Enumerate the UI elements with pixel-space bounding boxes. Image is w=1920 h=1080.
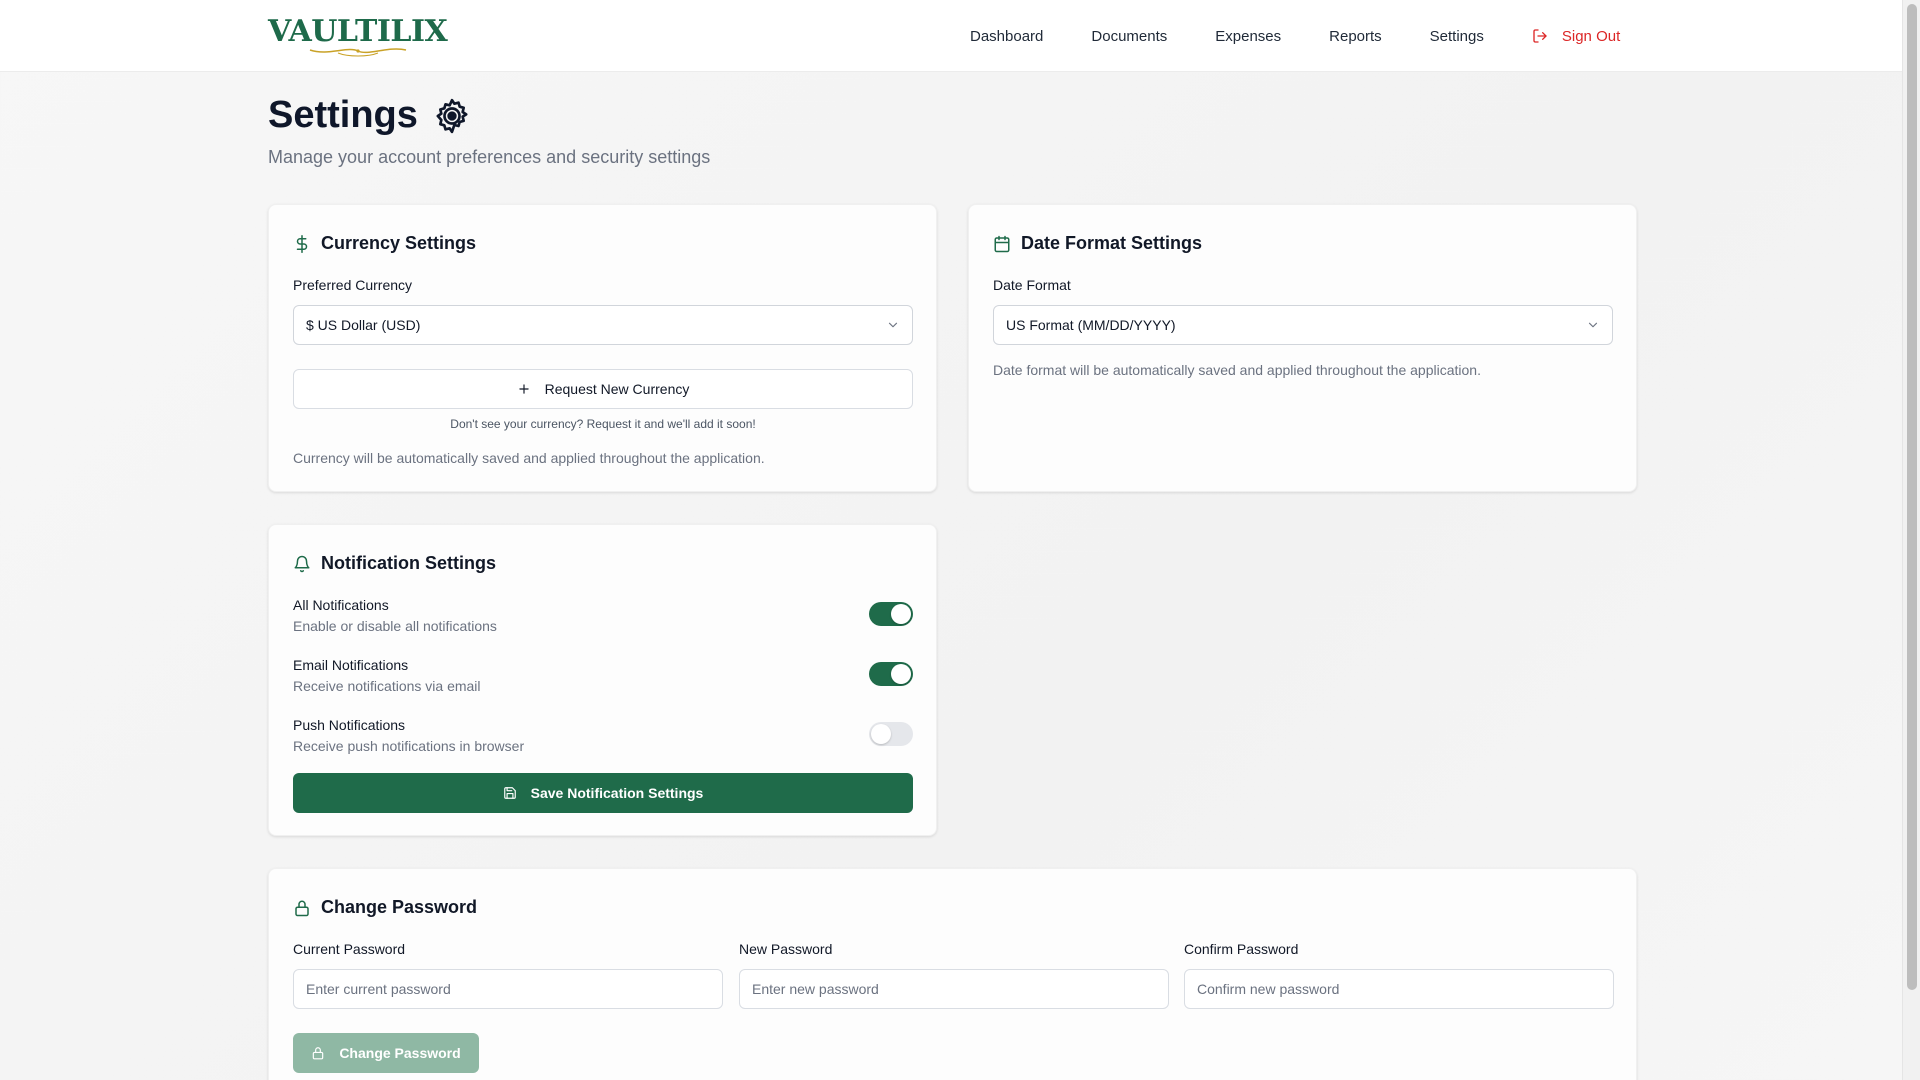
toggle-knob [891, 604, 911, 624]
email-notifications-desc: Receive notifications via email [293, 678, 481, 694]
nav-settings[interactable]: Settings [1430, 28, 1484, 45]
date-format-select[interactable]: US Format (MM/DD/YYYY) [993, 305, 1613, 345]
plus-icon [518, 384, 529, 394]
currency-settings-card: Currency Settings Preferred Currency $ U… [268, 204, 937, 492]
top-header: VAULTILIX Dashboard Documents Expenses R… [0, 0, 1902, 72]
lock-icon [313, 1047, 324, 1060]
all-notifications-desc: Enable or disable all notifications [293, 618, 497, 634]
request-new-currency-button[interactable]: Request New Currency [293, 369, 913, 409]
sign-out-label: Sign Out [1561, 27, 1621, 45]
notification-settings-card: Notification Settings All Notifications … [268, 524, 937, 836]
nav-dashboard[interactable]: Dashboard [970, 28, 1043, 45]
scrollbar[interactable] [1902, 0, 1920, 1080]
page-title: Settings [268, 94, 472, 137]
confirm-password-input[interactable] [1184, 969, 1614, 1009]
currency-request-hint: Don't see your currency? Request it and … [450, 417, 756, 431]
email-notifications-title: Email Notifications [293, 657, 409, 673]
vaultilix-logo[interactable]: VAULTILIX [268, 14, 448, 57]
change-password-card-title: Change Password [293, 897, 477, 918]
calendar-icon [994, 235, 1010, 252]
confirm-password-label: Confirm Password [1184, 941, 1299, 957]
push-notifications-desc: Receive push notifications in browser [293, 738, 525, 754]
currency-select-value: $ US Dollar (USD) [306, 317, 421, 333]
date-format-auto-save-note: Date format will be automatically saved … [993, 362, 1481, 378]
change-password-button[interactable]: Change Password [293, 1033, 479, 1073]
change-password-card: Change Password Current Password New Pas… [268, 868, 1637, 1080]
all-notifications-title: All Notifications [293, 597, 389, 613]
new-password-label: New Password [739, 941, 833, 957]
page-title-text: Settings [268, 94, 418, 136]
notification-card-title-text: Notification Settings [321, 553, 496, 573]
save-notification-settings-button[interactable]: Save Notification Settings [293, 773, 913, 813]
toggle-knob [891, 664, 911, 684]
request-currency-label: Request New Currency [544, 381, 690, 397]
sign-out-button[interactable]: Sign Out [1532, 28, 1620, 45]
current-password-input[interactable] [293, 969, 723, 1009]
date-format-card-title: Date Format Settings [993, 233, 1202, 254]
main-nav: Dashboard Documents Expenses Reports Set… [970, 0, 1620, 72]
notification-card-title: Notification Settings [293, 553, 496, 574]
page-subtitle: Manage your account preferences and secu… [268, 147, 711, 167]
bell-icon [294, 555, 310, 572]
all-notifications-toggle[interactable] [869, 602, 913, 626]
currency-select[interactable]: $ US Dollar (USD) [293, 305, 913, 345]
chevron-down-icon [1588, 322, 1598, 328]
scrollbar-thumb[interactable] [1907, 4, 1917, 990]
toggle-knob [871, 724, 891, 744]
date-format-settings-card: Date Format Settings Date Format US Form… [968, 204, 1637, 492]
sign-out-icon [1533, 29, 1547, 43]
new-password-input[interactable] [739, 969, 1169, 1009]
date-format-label: Date Format [993, 277, 1071, 293]
chevron-down-icon [888, 322, 898, 328]
save-icon [503, 787, 516, 799]
currency-card-title: Currency Settings [293, 233, 476, 254]
nav-expenses[interactable]: Expenses [1215, 28, 1281, 45]
currency-auto-save-note: Currency will be automatically saved and… [293, 450, 765, 466]
change-password-button-label: Change Password [339, 1045, 461, 1061]
push-notifications-toggle[interactable] [869, 722, 913, 746]
email-notifications-toggle[interactable] [869, 662, 913, 686]
nav-reports[interactable]: Reports [1329, 28, 1382, 45]
push-notifications-title: Push Notifications [293, 717, 406, 733]
change-password-card-title-text: Change Password [321, 897, 478, 917]
logo-swash-icon [309, 48, 407, 57]
current-password-label: Current Password [293, 941, 406, 957]
preferred-currency-label: Preferred Currency [293, 277, 413, 293]
dollar-icon [296, 234, 308, 253]
save-notification-label: Save Notification Settings [530, 785, 704, 801]
nav-documents[interactable]: Documents [1091, 28, 1167, 45]
currency-card-title-text: Currency Settings [321, 233, 477, 253]
date-format-select-value: US Format (MM/DD/YYYY) [1006, 317, 1176, 333]
lock-icon [295, 900, 309, 916]
gear-icon [436, 98, 468, 133]
date-format-card-title-text: Date Format Settings [1021, 233, 1203, 253]
